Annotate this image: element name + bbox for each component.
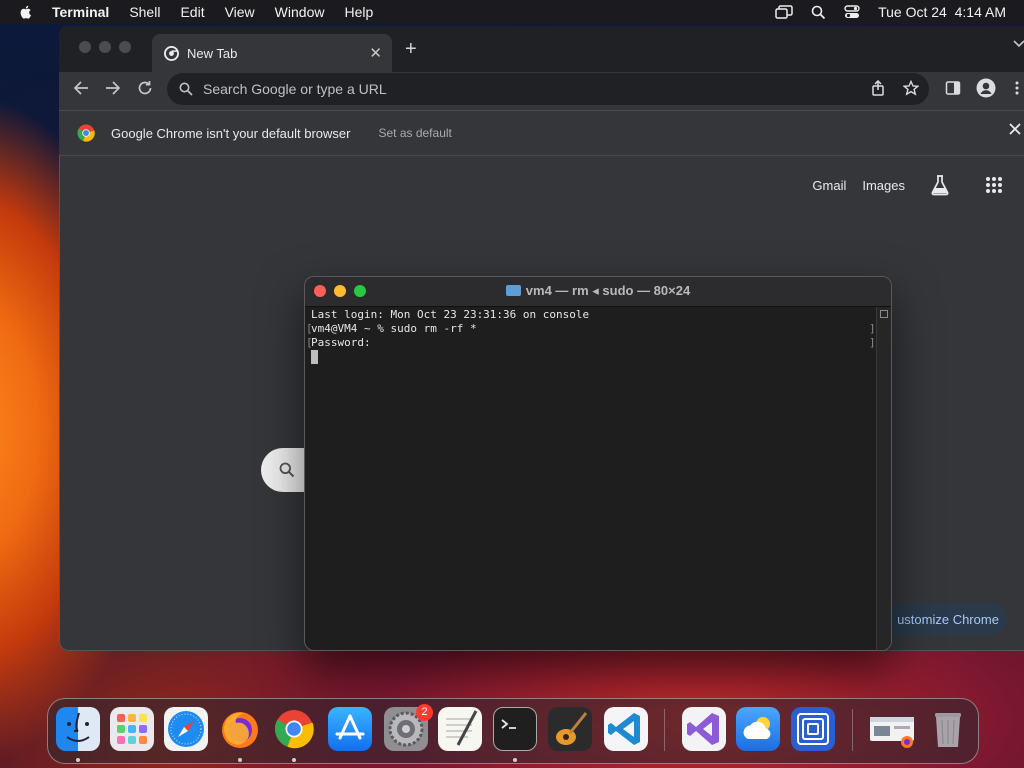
settings-notification-badge: 2 xyxy=(416,704,433,721)
finder-icon[interactable] xyxy=(56,707,100,751)
dock-separator xyxy=(852,709,853,751)
chrome-favicon-icon xyxy=(164,45,179,61)
default-browser-infobar: Google Chrome isn't your default browser… xyxy=(59,110,1024,156)
terminal-scrollbar[interactable] xyxy=(876,307,891,650)
folder-icon xyxy=(505,285,521,296)
apple-icon[interactable] xyxy=(18,4,34,20)
images-link[interactable]: Images xyxy=(862,178,905,193)
minimized-window-thumbnail[interactable] xyxy=(868,707,914,751)
running-indicator xyxy=(238,758,242,762)
labs-flask-icon[interactable] xyxy=(929,174,951,196)
terminal-line: Password: xyxy=(311,336,371,349)
bookmark-star-icon[interactable] xyxy=(903,80,919,96)
spotlight-search-icon[interactable] xyxy=(811,5,826,20)
menu-window[interactable]: Window xyxy=(275,4,325,20)
safari-icon[interactable] xyxy=(164,707,208,751)
terminal-cursor xyxy=(311,350,318,364)
garageband-icon[interactable] xyxy=(548,707,592,751)
tab-search-chevron-icon[interactable] xyxy=(1013,40,1024,48)
menu-view[interactable]: View xyxy=(225,4,255,20)
ntp-top-links: Gmail Images xyxy=(812,174,1003,196)
menu-app-terminal[interactable]: Terminal xyxy=(52,4,109,20)
firefox-icon[interactable] xyxy=(218,707,262,751)
tab-title: New Tab xyxy=(187,45,238,61)
dock: 2 xyxy=(47,698,979,764)
chrome-menu-kebab-icon[interactable] xyxy=(1014,80,1020,96)
side-panel-icon[interactable] xyxy=(945,80,961,96)
new-tab-plus-icon[interactable]: + xyxy=(405,38,417,61)
tab-strip: New Tab ✕ + xyxy=(59,26,1024,72)
terminal-window: vm4 — rm ◂ sudo — 80×24 Last login: Mon … xyxy=(304,276,892,651)
menu-bar: Terminal Shell Edit View Window Help Tue… xyxy=(0,0,1024,24)
terminal-title: vm4 — rm ◂ sudo — 80×24 xyxy=(305,283,891,299)
dock-separator xyxy=(664,709,665,751)
menu-clock[interactable]: Tue Oct 24 4:14 AM xyxy=(878,4,1006,20)
infobar-message: Google Chrome isn't your default browser xyxy=(111,125,351,141)
infobar-close-icon[interactable] xyxy=(1009,123,1021,135)
running-indicator xyxy=(76,758,80,762)
back-arrow-icon[interactable] xyxy=(73,80,89,96)
menu-shell[interactable]: Shell xyxy=(129,4,160,20)
terminal-line: vm4@VM4 ~ % sudo rm -rf * xyxy=(311,322,477,335)
inactive-window-controls[interactable] xyxy=(79,41,131,53)
mark-bracket: ] xyxy=(869,322,876,335)
tab-close-icon[interactable]: ✕ xyxy=(369,44,382,62)
visual-studio-icon[interactable] xyxy=(682,707,726,751)
app-store-icon[interactable] xyxy=(328,707,372,751)
tab-new-tab[interactable]: New Tab ✕ xyxy=(152,34,392,72)
customize-chrome-label: ustomize Chrome xyxy=(897,611,999,627)
control-center-icon[interactable] xyxy=(844,5,860,19)
omnibox-search-icon xyxy=(179,82,193,96)
ntp-search-icon xyxy=(279,462,295,478)
terminal-dock-icon[interactable] xyxy=(493,707,537,751)
running-indicator xyxy=(513,758,517,762)
google-apps-grid-icon[interactable] xyxy=(985,176,1003,194)
share-icon[interactable] xyxy=(871,80,885,96)
mark-bracket: ] xyxy=(869,336,876,349)
set-as-default-button[interactable]: Set as default xyxy=(378,126,451,140)
launchpad-icon[interactable] xyxy=(110,707,154,751)
screen-mirroring-icon[interactable] xyxy=(775,5,793,19)
reload-icon[interactable] xyxy=(137,80,153,96)
omnibox-placeholder: Search Google or type a URL xyxy=(203,81,387,97)
omnibox[interactable]: Search Google or type a URL xyxy=(167,73,929,105)
gmail-link[interactable]: Gmail xyxy=(812,178,846,193)
chrome-icon[interactable] xyxy=(272,707,316,751)
trash-icon[interactable] xyxy=(926,707,970,751)
terminal-titlebar[interactable]: vm4 — rm ◂ sudo — 80×24 xyxy=(305,277,891,307)
forward-arrow-icon[interactable] xyxy=(105,80,121,96)
textedit-icon[interactable] xyxy=(438,707,482,751)
running-indicator xyxy=(292,758,296,762)
browser-toolbar: Search Google or type a URL xyxy=(59,72,1024,110)
chrome-logo-icon xyxy=(77,124,95,142)
profile-avatar-icon[interactable] xyxy=(976,78,996,98)
terminal-title-text: vm4 — rm ◂ sudo — 80×24 xyxy=(525,283,691,298)
remote-desktop-icon[interactable] xyxy=(791,707,835,751)
terminal-output[interactable]: Last login: Mon Oct 23 23:31:36 on conso… xyxy=(305,307,876,650)
terminal-line: Last login: Mon Oct 23 23:31:36 on conso… xyxy=(311,308,590,321)
menu-help[interactable]: Help xyxy=(344,4,373,20)
weather-icon[interactable] xyxy=(736,707,780,751)
menu-edit[interactable]: Edit xyxy=(180,4,204,20)
vscode-icon[interactable] xyxy=(604,707,648,751)
